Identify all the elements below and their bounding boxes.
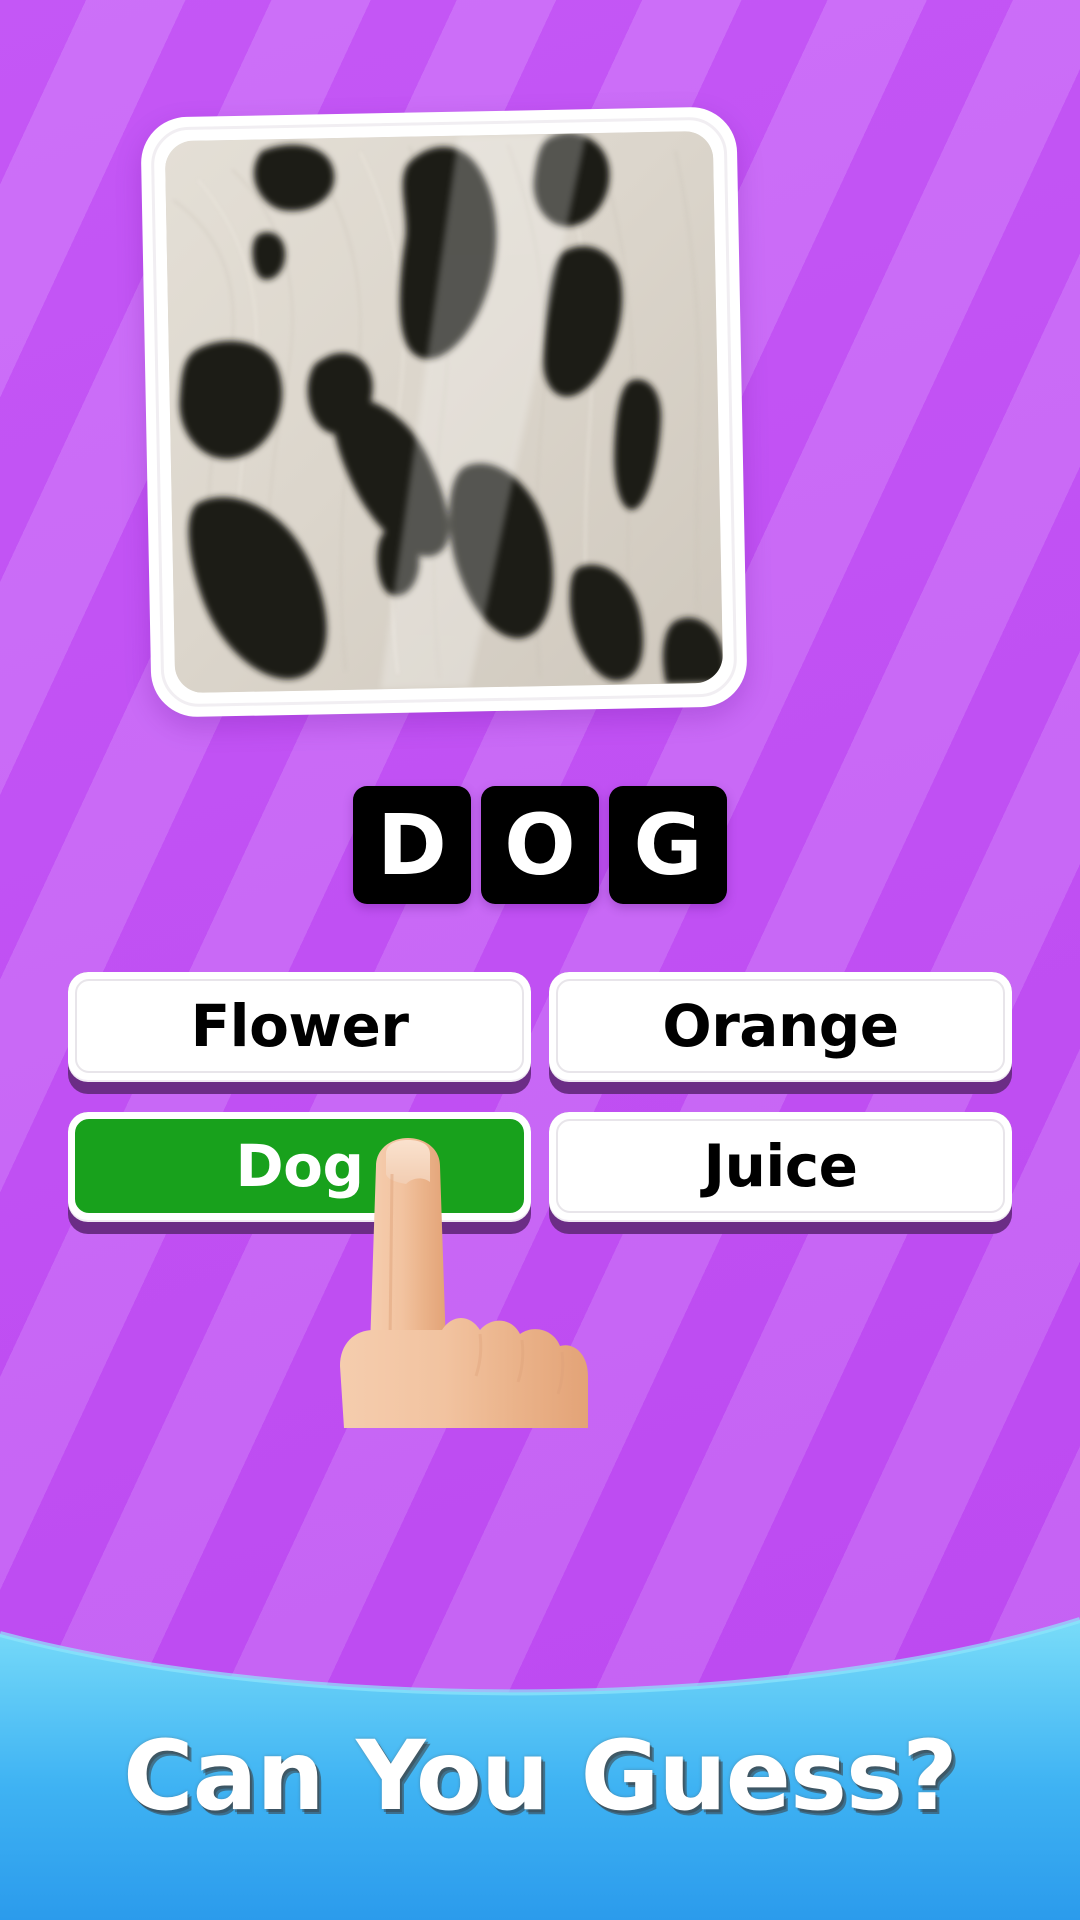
answer-button-orange[interactable]: Orange [549,972,1012,1094]
answer-button-label: Orange [662,992,899,1060]
answer-button-face: Flower [75,979,524,1073]
answer-button-surface: Flower [68,972,531,1080]
answer-button-surface: Juice [549,1112,1012,1220]
letter-tile: O [481,786,599,904]
answer-options-grid: Flower Orange Dog Juice [68,972,1012,1234]
answer-button-face: Juice [556,1119,1005,1213]
dalmatian-fur-illustration [164,130,724,694]
answer-button-surface: Orange [549,972,1012,1080]
answer-button-face: Dog [75,1119,524,1213]
puzzle-image-frame [140,106,748,718]
banner-title: Can You Guess? [123,1720,958,1832]
letter-tile: G [609,786,727,904]
frame-outer-border [140,106,748,718]
answer-word-tiles: D O G [0,786,1080,904]
answer-button-face: Orange [556,979,1005,1073]
letter-tile: D [353,786,471,904]
answer-button-label: Juice [703,1132,858,1200]
puzzle-image [164,130,724,694]
answer-button-label: Flower [190,992,409,1060]
answer-button-juice[interactable]: Juice [549,1112,1012,1234]
answer-button-dog[interactable]: Dog [68,1112,531,1234]
frame-inner-border [150,116,738,708]
answer-button-surface: Dog [68,1112,531,1220]
answer-button-flower[interactable]: Flower [68,972,531,1094]
answer-button-label: Dog [235,1132,364,1200]
bottom-banner: Can You Guess? [0,1590,1080,1920]
